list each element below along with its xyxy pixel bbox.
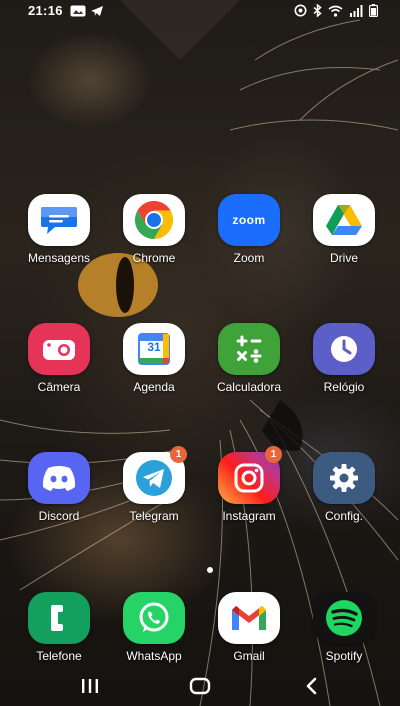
instagram-icon: 1 — [218, 446, 282, 504]
telegram-icon — [91, 6, 103, 16]
calendar-icon: 31 — [123, 323, 185, 375]
status-bar: 21:16 — [0, 0, 400, 24]
dock-gmail[interactable]: Gmail — [209, 592, 289, 663]
app-calculadora[interactable]: Calculadora — [209, 323, 289, 394]
status-time: 21:16 — [28, 3, 63, 18]
app-label: Drive — [329, 251, 358, 265]
recents-button[interactable] — [60, 666, 120, 706]
app-label: Relógio — [323, 380, 365, 394]
app-label: Zoom — [233, 251, 265, 265]
app-config[interactable]: Config. — [304, 452, 384, 523]
home-icon — [189, 677, 211, 695]
location-icon — [294, 4, 307, 17]
camera-icon — [28, 323, 90, 375]
dock-spotify[interactable]: Spotify — [304, 592, 384, 663]
app-agenda[interactable]: 31 Agenda — [114, 323, 194, 394]
app-label: Config. — [324, 509, 364, 523]
phone-icon — [28, 592, 90, 644]
calculator-icon — [218, 323, 280, 375]
app-label: Câmera — [37, 380, 81, 394]
signal-icon — [350, 4, 363, 17]
messages-icon — [28, 194, 90, 246]
bluetooth-icon — [313, 4, 322, 17]
app-chrome[interactable]: Chrome — [114, 194, 194, 265]
app-label: Chrome — [132, 251, 176, 265]
dock-whatsapp[interactable]: WhatsApp — [114, 592, 194, 663]
chrome-icon — [123, 194, 185, 246]
telegram-icon: 1 — [123, 446, 187, 504]
zoom-icon: zoom — [218, 194, 280, 246]
whatsapp-icon — [123, 592, 185, 644]
spotify-icon — [313, 592, 375, 644]
app-zoom[interactable]: zoom Zoom — [209, 194, 289, 265]
app-label: Mensagens — [27, 251, 91, 265]
gallery-icon — [70, 5, 86, 17]
app-discord[interactable]: Discord — [19, 452, 99, 523]
notification-badge: 1 — [265, 446, 282, 463]
recents-icon — [82, 679, 98, 693]
app-label: Agenda — [133, 380, 175, 394]
page-indicator — [207, 567, 213, 573]
clock-icon — [313, 323, 375, 375]
navigation-bar — [0, 666, 400, 706]
settings-icon — [313, 452, 375, 504]
zoom-icon-text: zoom — [232, 213, 266, 227]
battery-icon — [369, 4, 378, 17]
app-instagram[interactable]: 1 Instagram — [209, 446, 289, 523]
home-screen: 21:16 Mensagens Chrome zoom Zoom Drive C… — [0, 0, 400, 706]
home-button[interactable] — [170, 666, 230, 706]
discord-icon — [28, 452, 90, 504]
app-label: Instagram — [222, 509, 276, 523]
wifi-icon — [328, 5, 343, 17]
app-label: Calculadora — [216, 380, 282, 394]
app-mensagens[interactable]: Mensagens — [19, 194, 99, 265]
calendar-icon-text: 31 — [147, 340, 161, 354]
app-drive[interactable]: Drive — [304, 194, 384, 265]
app-label: Spotify — [325, 649, 363, 663]
notification-badge: 1 — [170, 446, 187, 463]
back-button[interactable] — [282, 666, 342, 706]
gmail-icon — [218, 592, 280, 644]
app-relogio[interactable]: Relógio — [304, 323, 384, 394]
app-label: Telegram — [129, 509, 179, 523]
app-label: Telefone — [36, 649, 82, 663]
dock-telefone[interactable]: Telefone — [19, 592, 99, 663]
app-telegram[interactable]: 1 Telegram — [114, 446, 194, 523]
app-label: Discord — [38, 509, 80, 523]
drive-icon — [313, 194, 375, 246]
app-label: WhatsApp — [126, 649, 182, 663]
app-camera[interactable]: Câmera — [19, 323, 99, 394]
back-icon — [306, 677, 317, 695]
app-label: Gmail — [233, 649, 265, 663]
